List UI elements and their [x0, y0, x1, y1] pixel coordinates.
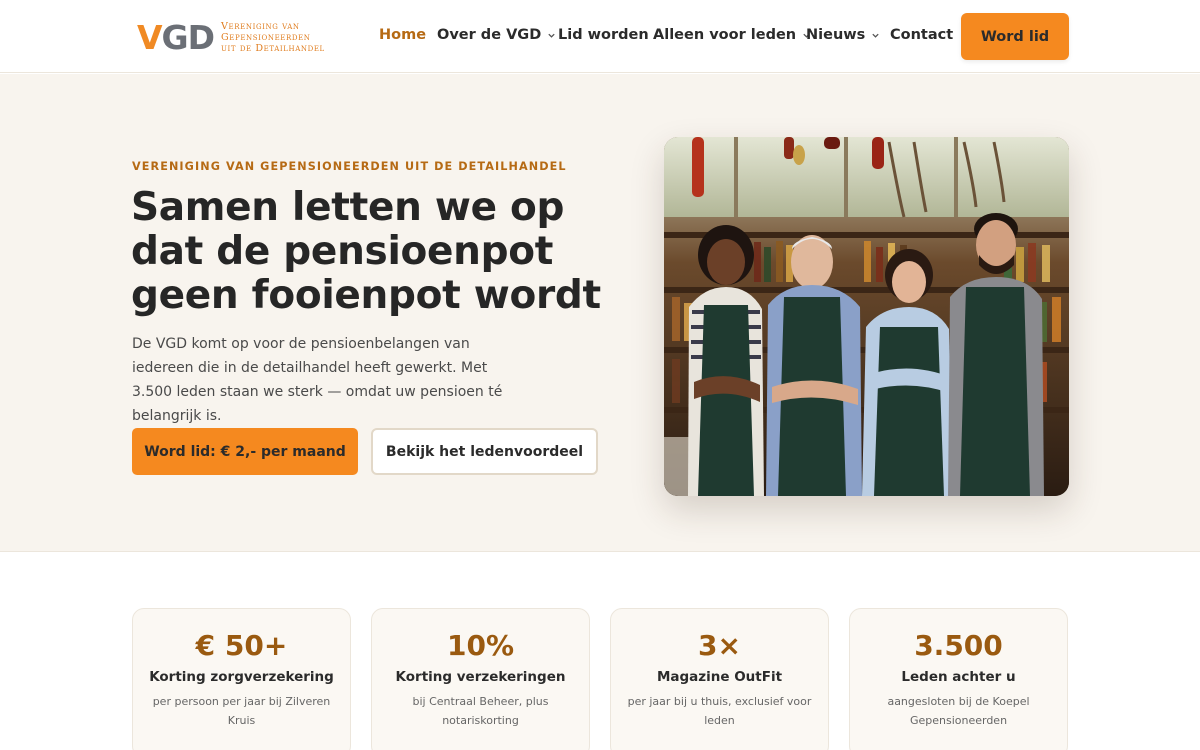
shop-staff-illustration	[664, 137, 1069, 496]
nav-item-alleen-voor-leden[interactable]: Alleen voor leden	[653, 27, 811, 43]
logo-line-1: Vereniging van	[221, 20, 300, 32]
vgd-logo[interactable]: V GD Vereniging van Gepensioneerden uit d…	[137, 17, 325, 57]
view-member-benefits-button[interactable]: Bekijk het ledenvoordeel	[371, 428, 598, 475]
stats-section: € 50+ Korting zorgverzekering per persoo…	[0, 552, 1200, 750]
hero-photo-shop-staff	[664, 137, 1069, 496]
logo-mark-v: V	[137, 17, 163, 57]
nav-label: Home	[379, 27, 427, 43]
stat-card: 10% Korting verzekeringen bij Centraal B…	[371, 608, 590, 750]
stat-card: 3× Magazine OutFit per jaar bij u thuis,…	[610, 608, 829, 750]
logo-mark-gd: GD	[161, 17, 215, 57]
hero-title: Samen letten we op dat de pensioenpot ge…	[131, 185, 601, 318]
nav-label: Alleen voor leden	[653, 27, 797, 43]
logo-line-2: Gepensioneerden	[221, 31, 311, 43]
nav-item-nieuws[interactable]: Nieuws	[806, 27, 880, 43]
stat-description: bij Centraal Beheer, plus notariskorting	[412, 695, 549, 727]
nav-label: Nieuws	[806, 27, 866, 43]
stat-label: Magazine OutFit	[656, 669, 783, 685]
stat-description: aangesloten bij de Koepel Gepensioneerde…	[887, 695, 1030, 727]
stat-value: € 50+	[195, 629, 288, 662]
chevron-down-icon	[547, 31, 556, 40]
stat-description: per persoon per jaar bij Zilveren Kruis	[152, 695, 331, 727]
logo-mark: V GD	[137, 17, 215, 57]
stat-description: per jaar bij u thuis, exclusief voor led…	[627, 695, 812, 727]
nav-item-home[interactable]: Home	[379, 27, 426, 43]
stat-label: Leden achter u	[901, 669, 1016, 685]
site-header: V GD Vereniging van Gepensioneerden uit d…	[0, 0, 1200, 73]
join-membership-button[interactable]: Word lid: € 2,- per maand	[132, 428, 358, 475]
stat-label: Korting zorgverzekering	[149, 669, 334, 685]
stat-value: 3.500	[914, 629, 1003, 662]
nav-item-lid-worden[interactable]: Lid worden	[558, 27, 649, 43]
stat-card: 3.500 Leden achter u aangesloten bij de …	[849, 608, 1068, 750]
hero-eyebrow: VERENIGING VAN GEPENSIONEERDEN UIT DE DE…	[132, 160, 567, 173]
nav-item-contact[interactable]: Contact	[890, 27, 953, 43]
nav-label: Over de VGD	[437, 27, 542, 43]
stat-card: € 50+ Korting zorgverzekering per persoo…	[132, 608, 351, 750]
logo-line-3: uit de Detailhandel	[221, 42, 325, 54]
word-lid-button[interactable]: Word lid	[961, 13, 1069, 60]
hero-section: VERENIGING VAN GEPENSIONEERDEN UIT DE DE…	[0, 74, 1200, 552]
nav-item-over-de-vgd[interactable]: Over de VGD	[437, 27, 556, 43]
stat-value: 10%	[446, 629, 515, 662]
chevron-down-icon	[871, 31, 880, 40]
hero-subtitle: De VGD komt op voor de pensioenbelangen …	[132, 336, 503, 424]
logo-wordmark: Vereniging van Gepensioneerden uit de De…	[221, 21, 325, 54]
stat-value: 3×	[698, 629, 741, 662]
stat-label: Korting verzekeringen	[395, 669, 566, 685]
nav-label: Contact	[890, 27, 954, 43]
nav-label: Lid worden	[558, 27, 649, 43]
